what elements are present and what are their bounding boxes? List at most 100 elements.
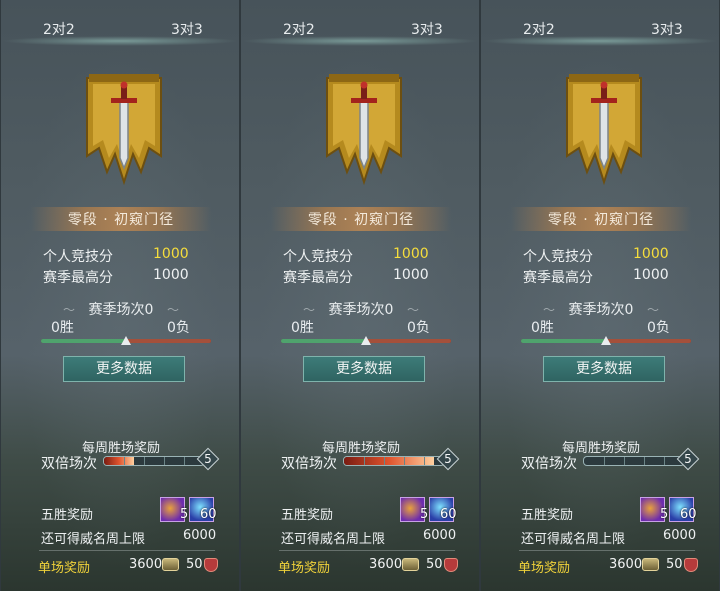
single-reward-label: 单场奖励 [278,561,331,576]
ratio-marker-icon [121,336,131,345]
double-matches-label: 双倍场次 [41,456,97,472]
wins-count: 0胜 [531,320,554,336]
season-matches: 赛季场次0 [328,302,394,318]
more-data-button[interactable]: 更多数据 [303,356,425,382]
chest-count: 5 [420,507,429,522]
ornament-right-icon: 〜 [167,303,180,317]
double-matches-label: 双倍场次 [521,456,577,472]
five-win-reward-label: 五胜奖励 [281,508,334,523]
divider [39,550,215,551]
single-reward-label: 单场奖励 [38,561,91,576]
season-high-value: 1000 [153,267,189,283]
progress-segment [604,457,605,465]
progress-segment [144,457,145,465]
arena-panel-1: 2对2 3对3 零段 · 初窥门径 个人竞技分 1000 赛季最高分 1000 … [0,0,240,591]
weekly-cap-value: 6000 [183,528,217,543]
loss-bar-fill [606,339,691,343]
tool-count: 60 [440,507,457,522]
double-matches-label: 双倍场次 [281,456,337,472]
tab-3v3[interactable]: 3对3 [411,19,443,39]
progress-segment [384,457,385,465]
season-matches: 赛季场次0 [568,302,634,318]
rank-emblem-icon [86,74,162,186]
arena-panel-2: 2对2 3对3 零段 · 初窥门径 个人竞技分 1000 赛季最高分 1000 … [240,0,480,591]
header-glow [1,36,239,46]
progress-segment [424,457,425,465]
win-bar-fill [281,339,366,343]
ornament-right-icon: 〜 [407,303,420,317]
single-reward-badges: 50 [426,557,443,572]
season-high-value: 1000 [393,267,429,283]
rank-name: 零段 · 初窥门径 [547,212,655,228]
double-matches-max: 5 [204,452,212,466]
weekly-cap-label: 还可得威名周上限 [281,532,386,547]
shield-badge-icon [204,558,218,572]
single-reward-badges: 50 [186,557,203,572]
weekly-cap-value: 6000 [423,528,457,543]
arena-panel-3: 2对2 3对3 零段 · 初窥门径 个人竞技分 1000 赛季最高分 1000 … [480,0,720,591]
header-glow [481,36,719,46]
header-glow [241,36,479,46]
progress-segment [644,457,645,465]
single-reward-coins: 3600 [369,557,403,572]
more-data-button[interactable]: 更多数据 [63,356,185,382]
chest-count: 5 [180,507,189,522]
more-data-button[interactable]: 更多数据 [543,356,665,382]
personal-score-value: 1000 [633,246,669,262]
coin-icon [402,558,419,571]
ratio-marker-icon [361,336,371,345]
season-matches: 赛季场次0 [88,302,154,318]
weekly-cap-value: 6000 [663,528,697,543]
ratio-marker-icon [601,336,611,345]
tool-count: 60 [200,507,217,522]
personal-score-value: 1000 [153,246,189,262]
rank-name: 零段 · 初窥门径 [307,212,415,228]
five-win-reward-label: 五胜奖励 [41,508,94,523]
personal-score-value: 1000 [393,246,429,262]
tab-2v2[interactable]: 2对2 [283,19,315,39]
shield-badge-icon [684,558,698,572]
five-win-reward-label: 五胜奖励 [521,508,574,523]
season-high-label: 赛季最高分 [283,270,353,286]
tab-2v2[interactable]: 2对2 [43,19,75,39]
coin-icon [162,558,179,571]
single-reward-coins: 3600 [129,557,163,572]
season-high-label: 赛季最高分 [523,270,593,286]
win-bar-fill [521,339,606,343]
double-matches-progress [583,456,685,466]
loss-bar-fill [126,339,211,343]
tab-3v3[interactable]: 3对3 [651,19,683,39]
progress-segment [164,457,165,465]
tab-2v2[interactable]: 2对2 [523,19,555,39]
tab-3v3[interactable]: 3对3 [171,19,203,39]
double-matches-max: 5 [684,452,692,466]
double-matches-max: 5 [444,452,452,466]
losses-count: 0负 [407,320,430,336]
single-reward-coins: 3600 [609,557,643,572]
double-matches-progress [103,456,205,466]
losses-count: 0负 [647,320,670,336]
season-high-label: 赛季最高分 [43,270,113,286]
losses-count: 0负 [167,320,190,336]
rank-emblem-icon [326,74,402,186]
progress-segment [404,457,405,465]
loss-bar-fill [366,339,451,343]
progress-fill [344,457,434,465]
shield-badge-icon [444,558,458,572]
rank-name: 零段 · 初窥门径 [67,212,175,228]
personal-score-label: 个人竞技分 [283,249,353,265]
coin-icon [642,558,659,571]
divider [279,550,455,551]
double-matches-progress [343,456,445,466]
progress-segment [364,457,365,465]
progress-segment [184,457,185,465]
divider [519,550,695,551]
wins-count: 0胜 [291,320,314,336]
personal-score-label: 个人竞技分 [43,249,113,265]
progress-fill [104,457,134,465]
season-high-value: 1000 [633,267,669,283]
progress-segment [124,457,125,465]
progress-segment [664,457,665,465]
weekly-cap-label: 还可得威名周上限 [41,532,146,547]
progress-segment [624,457,625,465]
